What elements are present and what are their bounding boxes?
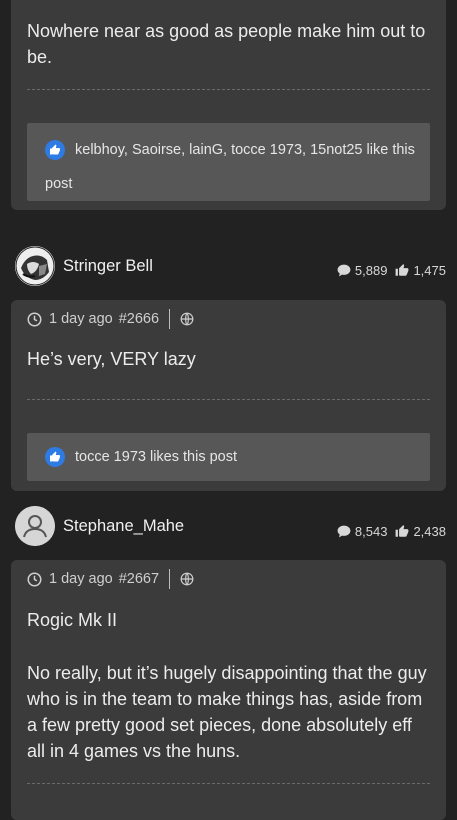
clock-icon xyxy=(27,312,42,326)
default-avatar-icon[interactable] xyxy=(15,506,55,546)
likes-box[interactable]: tocce 1973 likes this post xyxy=(27,433,430,481)
author-row: Stringer Bell 5,889 1,475 xyxy=(0,240,457,300)
author-name[interactable]: Stringer Bell xyxy=(63,257,153,276)
post-number[interactable]: #2666 xyxy=(119,311,159,327)
post-body-line: Rogic Mk II xyxy=(27,610,118,630)
author-row: Stephane_Mahe 8,543 2,438 xyxy=(0,500,457,560)
author-name[interactable]: Stephane_Mahe xyxy=(63,517,184,536)
clock-icon xyxy=(27,572,42,586)
likes-text[interactable]: tocce 1973 likes this post xyxy=(75,449,237,465)
post-meta: 1 day ago #2667 xyxy=(27,568,194,590)
likes-count: 2,438 xyxy=(413,524,446,539)
post-divider xyxy=(27,783,430,784)
post-time[interactable]: 1 day ago xyxy=(49,311,113,327)
thumbs-up-icon xyxy=(396,264,409,276)
like-badge-icon xyxy=(45,447,65,468)
posts-count: 5,889 xyxy=(354,263,388,278)
globe-icon[interactable] xyxy=(180,312,194,326)
post-body: Nowhere near as good as people make him … xyxy=(27,21,426,67)
post-divider xyxy=(27,89,430,90)
post-body: He’s very, VERY lazy xyxy=(27,349,196,369)
comment-icon xyxy=(337,264,351,277)
globe-icon[interactable] xyxy=(180,572,194,586)
likes-count: 1,475 xyxy=(413,263,446,278)
like-badge-icon xyxy=(45,140,65,161)
post-card: 1 day ago #2666 He’s very, VERY lazy toc… xyxy=(11,300,446,491)
post-divider xyxy=(27,399,430,400)
post-card-previous: Nowhere near as good as people make him … xyxy=(11,0,446,210)
likes-box[interactable]: kelbhoy, Saoirse, lainG, tocce 1973, 15n… xyxy=(27,123,430,201)
author-stats: 8,543 2,438 xyxy=(337,524,446,539)
post-body-paragraph: No really, but it’s hugely disappointing… xyxy=(27,663,427,761)
post-number[interactable]: #2667 xyxy=(119,571,159,587)
author-stats: 5,889 1,475 xyxy=(337,263,446,278)
likes-text[interactable]: kelbhoy, Saoirse, lainG, tocce 1973, 15n… xyxy=(45,142,415,192)
thumbs-up-icon xyxy=(396,525,409,537)
post-meta: 1 day ago #2666 xyxy=(27,308,194,330)
posts-count: 8,543 xyxy=(354,524,388,539)
comment-icon xyxy=(337,525,351,538)
avatar[interactable] xyxy=(15,246,55,286)
post-time[interactable]: 1 day ago xyxy=(49,571,113,587)
post-card: 1 day ago #2667 Rogic Mk II No really, b… xyxy=(11,560,446,820)
